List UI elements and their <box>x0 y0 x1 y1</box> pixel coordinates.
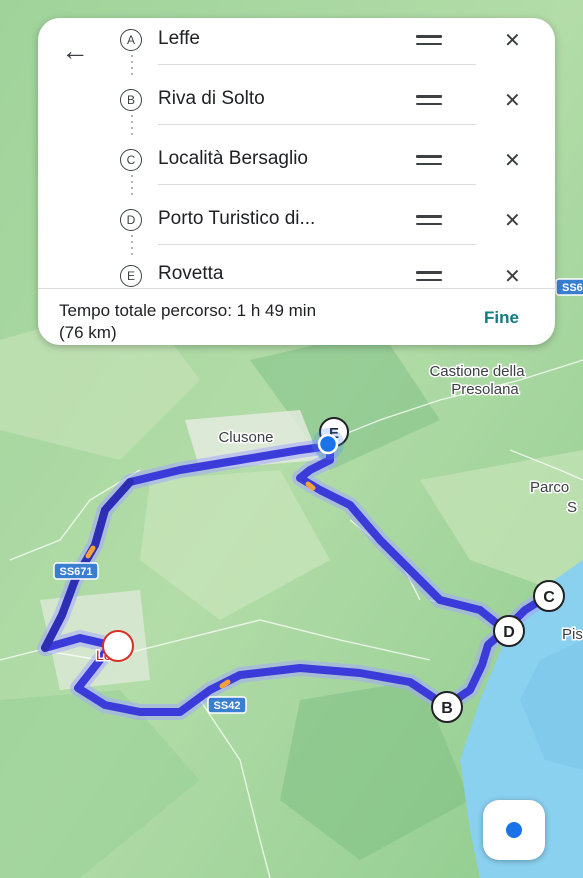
waypoint-connector <box>131 115 133 139</box>
waypoint-badge-c: C <box>120 149 142 171</box>
shield-ss671: SS671 <box>53 562 99 580</box>
shield-ss42: SS42 <box>207 696 247 714</box>
my-location-button[interactable] <box>483 800 545 860</box>
waypoint-row-d[interactable]: D Porto Turistico di... ✕ <box>38 203 555 253</box>
waypoint-row-a[interactable]: A Leffe ✕ <box>38 23 555 73</box>
map-label-pis: Pis <box>562 626 583 643</box>
map-label-castione: Castione della <box>429 363 525 380</box>
close-icon[interactable]: ✕ <box>504 264 521 289</box>
drag-handle-icon[interactable] <box>416 215 442 229</box>
divider <box>158 184 476 185</box>
route-duration: Tempo totale percorso: 1 h 49 min <box>59 301 317 320</box>
waypoint-badge-a: A <box>120 29 142 51</box>
shield-ss-top: SS6 <box>555 278 583 296</box>
waypoint-badge-b: B <box>120 89 142 111</box>
waypoint-badge-d: D <box>120 209 142 231</box>
close-icon[interactable]: ✕ <box>504 88 521 113</box>
waypoint-name[interactable]: Porto Turistico di... <box>158 208 315 230</box>
done-button[interactable]: Fine <box>484 308 519 328</box>
drag-handle-icon[interactable] <box>416 155 442 169</box>
route-distance: (76 km) <box>59 323 117 342</box>
waypoint-name[interactable]: Località Bersaglio <box>158 148 308 170</box>
svg-text:C: C <box>543 589 555 606</box>
map-label-presolana: Presolana <box>451 381 519 398</box>
svg-text:D: D <box>503 624 515 641</box>
map-label-parco-2: S <box>567 499 577 516</box>
divider <box>158 64 476 65</box>
map-label-clusone: Clusone <box>218 429 273 446</box>
divider <box>158 244 476 245</box>
marker-a[interactable] <box>102 630 134 662</box>
close-icon[interactable]: ✕ <box>504 28 521 53</box>
my-location-icon <box>506 822 522 838</box>
waypoint-name[interactable]: Leffe <box>158 28 200 50</box>
svg-text:B: B <box>441 700 453 717</box>
marker-d[interactable]: D <box>493 615 525 647</box>
waypoint-name[interactable]: Riva di Solto <box>158 88 265 110</box>
svg-text:SS671: SS671 <box>59 566 92 578</box>
svg-text:SS6: SS6 <box>562 282 583 294</box>
marker-c[interactable]: C <box>533 580 565 612</box>
close-icon[interactable]: ✕ <box>504 208 521 233</box>
waypoint-connector <box>131 55 133 79</box>
current-location-dot <box>312 428 344 460</box>
waypoint-connector <box>131 175 133 199</box>
drag-handle-icon[interactable] <box>416 95 442 109</box>
waypoint-row-c[interactable]: C Località Bersaglio ✕ <box>38 143 555 193</box>
divider <box>158 124 476 125</box>
drag-handle-icon[interactable] <box>416 35 442 49</box>
close-icon[interactable]: ✕ <box>504 148 521 173</box>
drag-handle-icon[interactable] <box>416 271 442 285</box>
waypoint-row-b[interactable]: B Riva di Solto ✕ <box>38 83 555 133</box>
directions-panel: ← A Leffe ✕ B Riva di Solto ✕ C Località… <box>38 18 555 345</box>
waypoint-badge-e: E <box>120 265 142 287</box>
summary-divider <box>38 288 555 289</box>
map-label-parco: Parco <box>530 479 569 496</box>
waypoint-name[interactable]: Rovetta <box>158 263 223 285</box>
waypoint-connector <box>131 235 133 259</box>
marker-b[interactable]: B <box>431 691 463 723</box>
route-summary: Tempo totale percorso: 1 h 49 min (76 km… <box>59 300 439 344</box>
svg-text:SS42: SS42 <box>214 700 241 712</box>
